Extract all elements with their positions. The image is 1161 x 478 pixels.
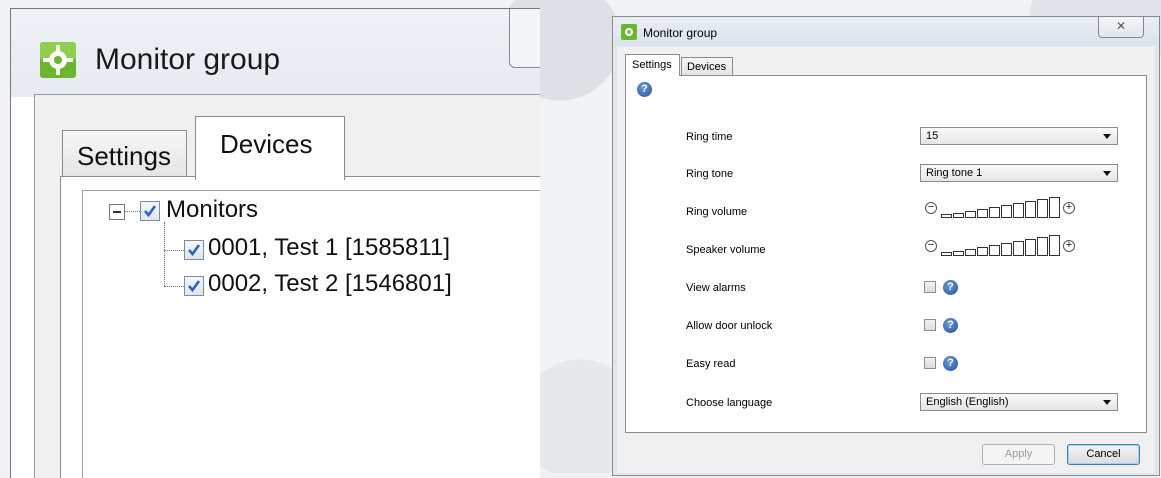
volume-step[interactable] [941,252,952,256]
volume-step[interactable] [1037,237,1048,256]
tree-node-device-1[interactable]: 0001, Test 1 [1585811] [208,234,450,262]
language-value: English (English) [926,396,1009,408]
volume-step[interactable] [965,211,976,218]
tree-line [164,286,184,287]
volume-down-icon[interactable]: − [925,202,937,214]
tree-collapse-icon[interactable] [109,204,125,220]
device-2-checkbox[interactable] [184,276,204,296]
volume-step[interactable] [989,207,1000,218]
view-alarms-checkbox[interactable] [924,281,936,293]
monitors-checkbox[interactable] [140,201,160,221]
volume-up-icon[interactable]: + [1063,202,1075,214]
tab-devices[interactable]: Devices [681,57,733,75]
help-icon[interactable]: ? [637,82,652,97]
volume-down-icon[interactable]: − [925,240,937,252]
dropdown-arrow-icon [1103,400,1111,405]
allow-door-unlock-label: Allow door unlock [686,320,773,332]
volume-step[interactable] [977,247,988,256]
ring-tone-label: Ring tone [686,168,734,180]
easy-read-label: Easy read [686,358,736,370]
checkmark-icon [188,280,201,293]
tree-node-monitors[interactable]: Monitors [166,196,258,224]
view-alarms-label: View alarms [686,282,746,294]
checkmark-icon [188,244,201,257]
ring-time-label: Ring time [686,131,733,143]
close-button[interactable]: ✕ [1098,17,1144,38]
ring-tone-value: Ring tone 1 [926,167,983,179]
volume-step[interactable] [1013,241,1024,256]
ring-volume-control[interactable]: − + [925,196,1125,220]
ring-volume-label: Ring volume [686,206,748,218]
volume-step[interactable] [977,209,988,218]
ring-time-select[interactable]: 15 [920,127,1118,145]
speaker-volume-control[interactable]: − + [925,234,1125,258]
ring-time-value: 15 [926,130,939,142]
checkmark-icon [144,205,157,218]
tab-settings[interactable]: Settings [625,54,680,76]
volume-step[interactable] [965,249,976,256]
help-icon[interactable]: ? [943,356,958,371]
choose-language-label: Choose language [686,397,773,409]
volume-step[interactable] [1049,197,1060,218]
tree-node-device-2[interactable]: 0002, Test 2 [1546801] [208,270,452,298]
help-icon[interactable]: ? [943,318,958,333]
zoomed-content: Settings Devices Monitors 0001, Test 1 [… [10,8,540,478]
speaker-volume-label: Speaker volume [686,244,766,256]
volume-step[interactable] [989,245,1000,256]
dropdown-arrow-icon [1103,134,1111,139]
volume-step[interactable] [1001,205,1012,218]
tree-line [124,211,140,212]
zoomed-tab-devices[interactable]: Devices [195,116,345,180]
tree-line [164,250,184,251]
allow-door-unlock-checkbox[interactable] [924,319,936,331]
easy-read-checkbox[interactable] [924,357,936,369]
device-1-checkbox[interactable] [184,240,204,260]
volume-step[interactable] [941,214,952,218]
zoomed-tab-settings[interactable]: Settings [62,130,187,178]
language-select[interactable]: English (English) [920,393,1118,411]
volume-step[interactable] [1049,235,1060,256]
help-icon[interactable]: ? [943,280,958,295]
tree-line [164,222,165,286]
volume-step[interactable] [953,251,964,256]
app-gear-icon [621,24,637,40]
volume-step[interactable] [1025,239,1036,256]
dialog-body: Settings Devices ? Ring time 15 Ring ton… [617,47,1155,473]
volume-step[interactable] [1037,199,1048,218]
apply-button[interactable]: Apply [982,444,1055,465]
dialog-title: Monitor group [643,26,718,40]
volume-step[interactable] [1001,243,1012,256]
ring-tone-select[interactable]: Ring tone 1 [920,164,1118,182]
volume-up-icon[interactable]: + [1063,240,1075,252]
volume-step[interactable] [953,213,964,218]
volume-step[interactable] [1025,201,1036,218]
dropdown-arrow-icon [1103,171,1111,176]
cancel-button[interactable]: Cancel [1067,444,1140,465]
monitor-group-dialog: Monitor group ✕ Settings Devices ? Ring … [612,16,1160,476]
volume-step[interactable] [1013,203,1024,218]
